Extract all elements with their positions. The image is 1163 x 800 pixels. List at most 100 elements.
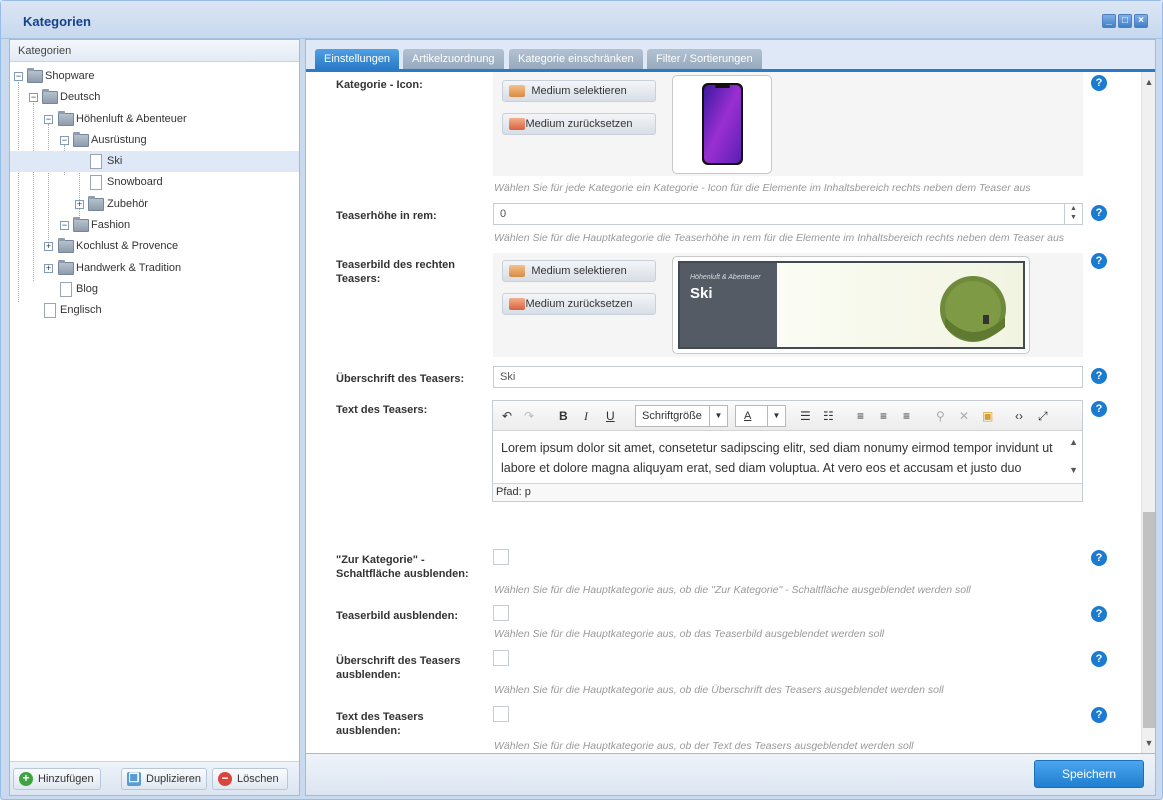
minimize-icon[interactable]: _ [1102,14,1116,28]
page-icon [60,281,72,297]
tree-item-fashion[interactable]: − Fashion [10,215,299,236]
font-size-select[interactable]: Schriftgröße ▼ [635,405,728,427]
tree-item-ausruestung[interactable]: − Ausrüstung [10,130,299,151]
form-scrollbar[interactable]: ▲ ▼ [1141,72,1155,753]
help-icon[interactable]: ? [1091,651,1107,667]
teaser-preview-title: Ski [690,285,713,302]
folder-icon [88,195,104,211]
code-icon[interactable]: ‹› [1015,409,1023,423]
folder-icon [58,238,74,254]
collapse-icon[interactable]: − [14,72,23,81]
icon-preview [672,75,772,174]
image-reset-icon [509,298,525,310]
font-color-select[interactable]: A ▼ [735,405,786,427]
chevron-down-icon: ▼ [709,406,727,426]
teaser-height-value: 0 [500,208,507,220]
teaser-preview-subtitle: Höhenluft & Abenteuer [690,274,761,281]
teaser-heading-input[interactable]: Ski [493,366,1083,388]
form-footer: Speichern [305,754,1156,796]
folder-open-icon [58,110,74,126]
tree-item-zubehoer[interactable]: + Zubehör [10,194,299,215]
teaser-reset-media-button[interactable]: Medium zurücksetzen [502,293,656,315]
delete-button-label: Löschen [237,773,279,785]
tree-item-ski[interactable]: Ski [10,151,299,173]
unlink-icon[interactable]: ✕ [959,409,969,423]
align-right-icon[interactable]: ≡ [903,409,910,423]
help-icon[interactable]: ? [1091,401,1107,417]
teaser-select-media-button[interactable]: Medium selektieren [502,260,656,282]
expand-icon[interactable]: + [44,263,53,273]
align-center-icon[interactable]: ≡ [880,409,887,423]
tree-item-englisch[interactable]: Englisch [10,300,299,321]
numbered-list-icon[interactable]: ☷ [823,409,834,423]
icon-reset-media-button[interactable]: Medium zurücksetzen [502,113,656,135]
tree-item-handwerk[interactable]: + Handwerk & Tradition [10,258,299,279]
hide-button-checkbox[interactable] [493,549,509,565]
collapse-icon[interactable]: − [60,221,69,231]
collapse-icon[interactable]: − [60,135,69,145]
tab-artikelzuordnung[interactable]: Artikelzuordnung [403,49,504,69]
save-button[interactable]: Speichern [1034,760,1144,788]
tree-item-label: Ausrüstung [91,133,147,146]
beanie-image [940,276,1006,342]
image-insert-icon[interactable]: ▣ [982,409,993,423]
tree-item-blog[interactable]: Blog [10,279,299,300]
minus-icon: − [218,772,232,786]
help-icon[interactable]: ? [1091,550,1107,566]
help-icon[interactable]: ? [1091,606,1107,622]
tree-item-label: Zubehör [107,197,148,210]
scrollbar-thumb[interactable] [1143,512,1155,728]
help-icon[interactable]: ? [1091,368,1107,384]
collapse-icon[interactable]: − [44,114,53,124]
teaser-height-input[interactable]: 0 ▲ ▼ [493,203,1083,225]
help-icon[interactable]: ? [1091,205,1107,221]
link-icon[interactable]: ⚲ [936,409,945,423]
hide-button-label: "Zur Kategorie" - Schaltfläche ausblende… [336,554,469,580]
tree-item-deutsch[interactable]: − Deutsch [10,87,299,108]
tab-einstellungen[interactable]: Einstellungen [315,49,400,69]
tree-item-kochlust[interactable]: + Kochlust & Provence [10,236,299,257]
hide-heading-checkbox[interactable] [493,650,509,666]
help-icon[interactable]: ? [1091,253,1107,269]
bold-icon[interactable]: B [559,409,568,423]
tab-filter-sortierungen[interactable]: Filter / Sortierungen [647,49,762,69]
tab-kategorie-einschraenken[interactable]: Kategorie einschränken [509,49,643,69]
spinner-arrows-icon[interactable]: ▲ ▼ [1064,204,1082,224]
underline-icon[interactable]: U [606,409,615,423]
delete-category-button[interactable]: − Löschen [212,768,288,790]
italic-icon[interactable]: I [584,409,588,424]
duplicate-category-button[interactable]: ❐ Duplizieren [121,768,207,790]
hide-text-checkbox[interactable] [493,706,509,722]
help-icon[interactable]: ? [1091,707,1107,723]
align-left-icon[interactable]: ≡ [857,409,864,423]
expand-icon[interactable]: + [44,242,53,252]
collapse-icon[interactable]: − [29,93,38,103]
hide-image-hint: Wählen Sie für die Hauptkategorie aus, o… [494,628,885,640]
maximize-icon[interactable]: □ [1118,14,1132,28]
icon-select-media-button[interactable]: Medium selektieren [502,80,656,102]
fullscreen-icon[interactable]: ⤢ [1038,409,1048,424]
tree-item-shopware[interactable]: − Shopware [10,66,299,87]
teaser-text-content[interactable]: Lorem ipsum dolor sit amet, consetetur s… [501,438,1071,478]
editor-scroll-up-icon[interactable]: ▲ [1069,437,1078,447]
image-reset-icon [509,118,525,130]
editor-scroll-down-icon[interactable]: ▼ [1069,465,1078,475]
undo-icon[interactable]: ↶ [502,409,512,423]
scroll-down-icon[interactable]: ▼ [1144,738,1154,748]
expand-icon[interactable]: + [75,199,84,209]
tree-item-snowboard[interactable]: Snowboard [10,172,299,193]
tree-item-hoehenluft[interactable]: − Höhenluft & Abenteuer [10,109,299,130]
hide-image-checkbox[interactable] [493,605,509,621]
bullet-list-icon[interactable]: ☰ [800,409,811,423]
page-icon [90,175,102,191]
scroll-up-icon[interactable]: ▲ [1144,77,1154,87]
close-icon[interactable]: × [1134,14,1148,28]
help-icon[interactable]: ? [1091,75,1107,91]
icon-label: Kategorie - Icon: [336,79,423,91]
add-category-button[interactable]: + Hinzufügen [13,768,101,790]
teaser-text-editor[interactable]: ↶ ↷ B I U Schriftgröße ▼ A ▼ ☰ ☷ ≡ ≡ ≡ ⚲… [492,400,1083,502]
window-titlebar[interactable]: Kategorien _ □ × [1,1,1162,39]
redo-icon[interactable]: ↷ [524,409,534,423]
teaser-heading-value: Ski [500,371,516,383]
page-icon [90,154,102,170]
